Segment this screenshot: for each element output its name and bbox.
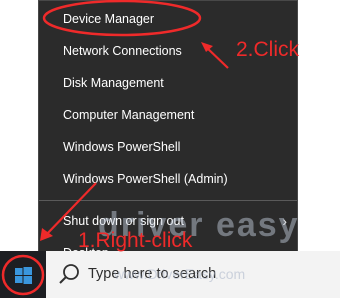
- device-manager-highlight: [42, 0, 202, 37]
- annotation-step-2: 2.Click: [236, 38, 300, 61]
- start-button-highlight: [1, 254, 45, 296]
- annotation-step-1: 1.Right-click: [78, 229, 193, 252]
